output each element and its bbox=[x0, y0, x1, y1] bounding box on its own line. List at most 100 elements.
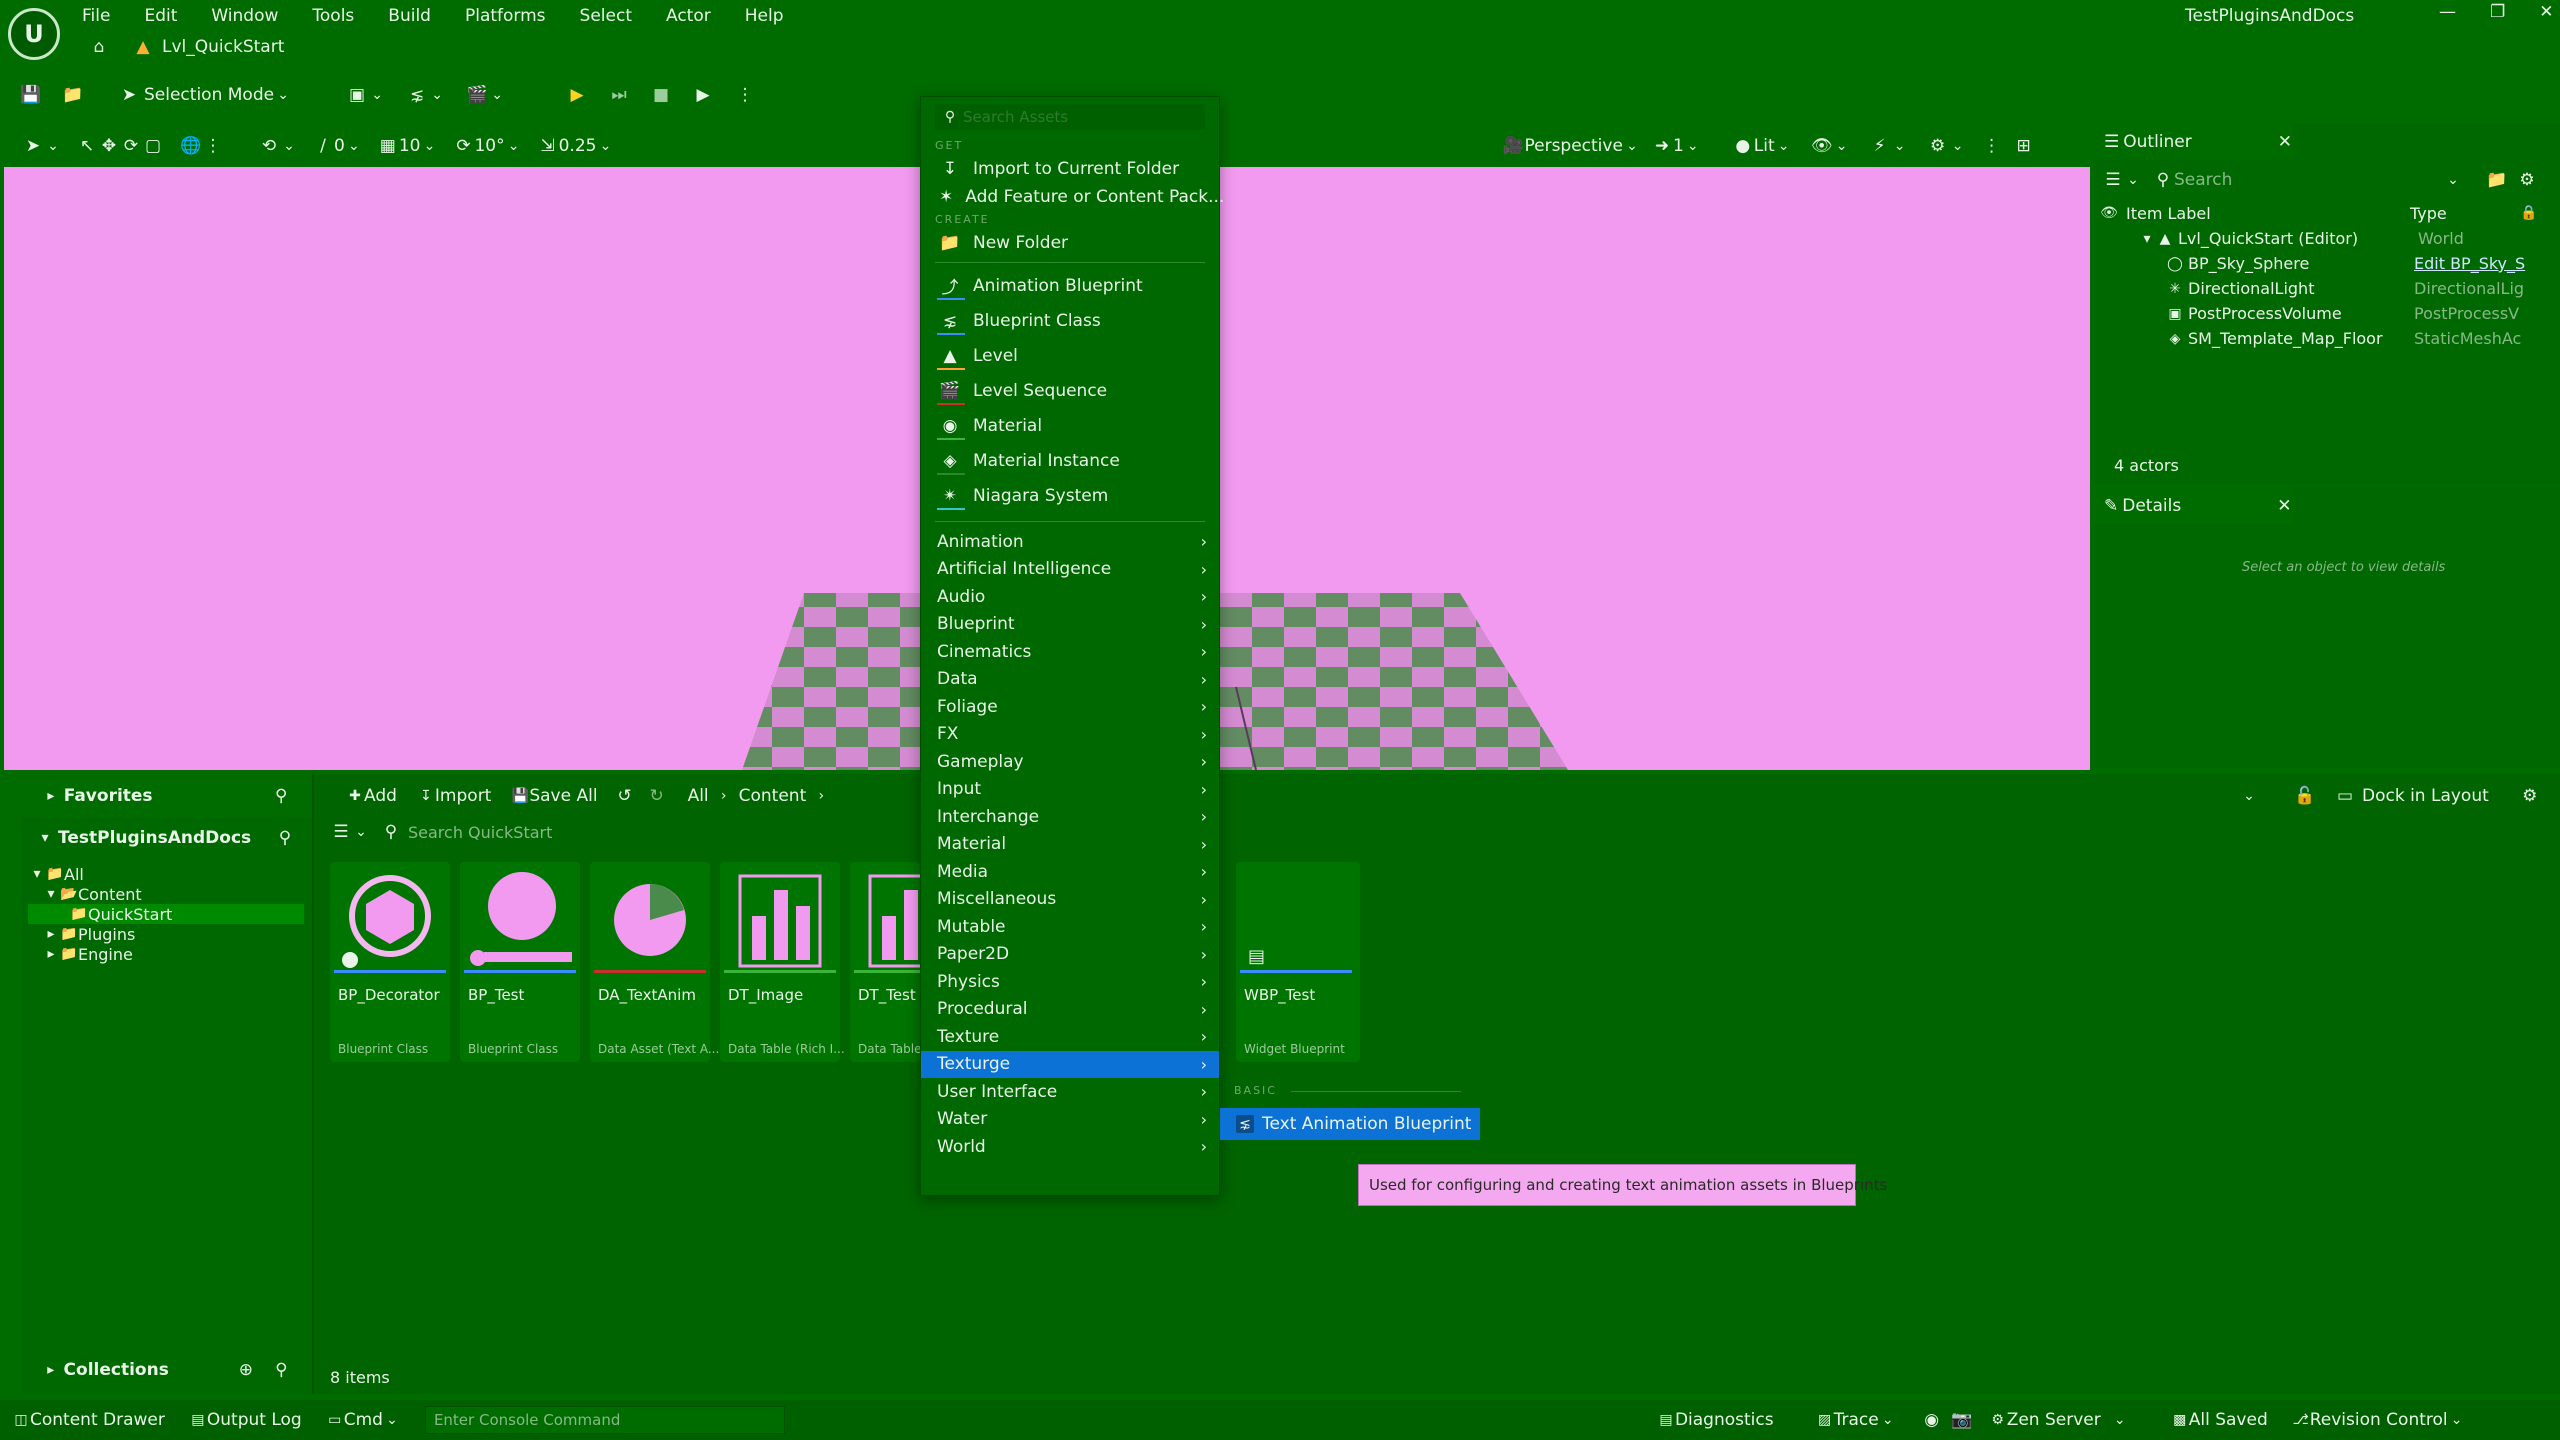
rotation-snap-value[interactable]: 10° bbox=[474, 136, 504, 156]
trace-dropdown[interactable]: ▨ Trace ⌄ bbox=[1816, 1410, 1897, 1430]
chevron-down-icon[interactable]: ⌄ bbox=[2240, 787, 2258, 805]
restore-icon[interactable]: ❐ bbox=[2490, 2, 2505, 22]
scale-icon[interactable]: ▢ bbox=[142, 135, 164, 157]
outliner-tab[interactable]: ☰ Outliner ✕ bbox=[2094, 124, 2294, 160]
outliner-row[interactable]: ◈ SM_Template_Map_Floor StaticMeshAc bbox=[2094, 326, 2560, 351]
dock-in-layout-button[interactable]: Dock in Layout bbox=[2362, 786, 2489, 806]
outliner-row[interactable]: ▣ PostProcessVolume PostProcessV bbox=[2094, 301, 2560, 326]
blueprints-button[interactable]: ⋦ ⌄ bbox=[396, 77, 456, 113]
layout-grid-icon[interactable]: ⊞ bbox=[2013, 135, 2035, 157]
all-saved-button[interactable]: ▩ All Saved bbox=[2171, 1410, 2268, 1430]
add-circle-icon[interactable]: ⊕ bbox=[235, 1359, 256, 1381]
content-search-input[interactable]: Search QuickStart bbox=[408, 823, 552, 842]
outliner-row[interactable]: ✳ DirectionalLight DirectionalLig bbox=[2094, 276, 2560, 301]
revision-control-dropdown[interactable]: ⎇ Revision Control ⌄ bbox=[2292, 1410, 2466, 1430]
menu-animation-blueprint[interactable]: ⤴ Animation Blueprint bbox=[921, 268, 1219, 303]
category-blueprint[interactable]: Blueprint › bbox=[921, 611, 1219, 639]
menu-platforms[interactable]: Platforms bbox=[465, 6, 546, 26]
menu-add-feature-pack[interactable]: ✶ Add Feature or Content Pack... bbox=[921, 183, 1224, 211]
category-input[interactable]: Input › bbox=[921, 776, 1219, 804]
outliner-row-world[interactable]: ▾ ▲ Lvl_QuickStart (Editor) World bbox=[2094, 226, 2560, 251]
stop-button[interactable]: ■ bbox=[640, 77, 682, 113]
launch-button[interactable]: ▶ bbox=[682, 77, 724, 113]
browse-level-button[interactable]: 📁 bbox=[52, 77, 94, 113]
asset-tile[interactable]: DT_Image Data Table (Rich I... bbox=[720, 862, 845, 1062]
asset-tile[interactable]: BP_Test Blueprint Class bbox=[460, 862, 580, 1062]
category-foliage[interactable]: Foliage › bbox=[921, 693, 1219, 721]
chevron-down-icon[interactable]: ⌄ bbox=[2444, 171, 2462, 189]
category-physics[interactable]: Physics › bbox=[921, 968, 1219, 996]
outliner-item-type-link[interactable]: Edit BP_Sky_S bbox=[2414, 254, 2525, 273]
play-button[interactable]: ▶ bbox=[556, 77, 598, 113]
menu-level[interactable]: ▲ Level bbox=[921, 338, 1219, 373]
category-media[interactable]: Media › bbox=[921, 858, 1219, 886]
menu-actor[interactable]: Actor bbox=[666, 6, 711, 26]
category-material[interactable]: Material › bbox=[921, 831, 1219, 859]
menu-search-input[interactable]: Search Assets bbox=[963, 108, 1068, 126]
category-artificial-intelligence[interactable]: Artificial Intelligence › bbox=[921, 556, 1219, 584]
settings-gear-icon[interactable]: ⚙ bbox=[1927, 135, 1949, 157]
rotation-snap-icon[interactable]: ⟳ bbox=[452, 135, 474, 157]
category-procedural[interactable]: Procedural › bbox=[921, 996, 1219, 1024]
breadcrumb-content[interactable]: Content bbox=[739, 786, 807, 806]
settings-gear-icon[interactable]: ⚙ bbox=[2516, 169, 2538, 191]
kebab-menu-icon[interactable]: ⋮ bbox=[202, 135, 224, 157]
camera-speed-value[interactable]: 1 bbox=[1673, 136, 1684, 156]
visibility-eye-icon[interactable]: 👁 bbox=[2100, 204, 2118, 222]
asset-tile[interactable]: DA_TextAnim Data Asset (Text A... bbox=[590, 862, 719, 1062]
category-interchange[interactable]: Interchange › bbox=[921, 803, 1219, 831]
performance-icon[interactable]: ⚡ bbox=[1869, 135, 1891, 157]
outliner-row[interactable]: ◯ BP_Sky_Sphere Edit BP_Sky_S bbox=[2094, 251, 2560, 276]
category-texture[interactable]: Texture › bbox=[921, 1023, 1219, 1051]
level-tab[interactable]: ⌂ ▲ Lvl_QuickStart bbox=[88, 36, 285, 58]
more-options-button[interactable]: ⋮ bbox=[724, 77, 766, 113]
add-actor-button[interactable]: ▣ ⌄ bbox=[336, 77, 396, 113]
project-header[interactable]: ▾ TestPluginsAndDocs ⚲ bbox=[22, 818, 312, 858]
category-data[interactable]: Data › bbox=[921, 666, 1219, 694]
import-button[interactable]: ↧ Import bbox=[407, 778, 501, 814]
search-icon[interactable]: ⚲ bbox=[271, 1359, 292, 1381]
tree-item-all[interactable]: ▾ 📁 All bbox=[28, 864, 312, 884]
angle-snap-value[interactable]: 0 bbox=[334, 136, 345, 156]
outliner-search-input[interactable]: Search bbox=[2174, 170, 2444, 190]
world-local-icon[interactable]: 🌐 bbox=[180, 135, 202, 157]
select-icon[interactable]: ↖ bbox=[76, 135, 98, 157]
output-log-button[interactable]: ▤ Output Log bbox=[189, 1410, 301, 1430]
view-mode-dropdown[interactable]: Lit bbox=[1754, 136, 1775, 156]
menu-blueprint-class[interactable]: ⋦ Blueprint Class bbox=[921, 303, 1219, 338]
rotate-icon[interactable]: ⟳ bbox=[120, 135, 142, 157]
menu-material-instance[interactable]: ◈ Material Instance bbox=[921, 443, 1219, 478]
menu-new-folder[interactable]: 📁 New Folder bbox=[921, 229, 1219, 257]
category-miscellaneous[interactable]: Miscellaneous › bbox=[921, 886, 1219, 914]
lock-icon[interactable]: 🔒 bbox=[2520, 204, 2538, 222]
screenshot-icon[interactable]: 📷 bbox=[1951, 1409, 1973, 1431]
search-icon[interactable]: ⚲ bbox=[270, 785, 292, 807]
asset-tile[interactable]: BP_Decorator Blueprint Class bbox=[330, 862, 450, 1062]
category-paper2d[interactable]: Paper2D › bbox=[921, 941, 1219, 969]
tree-item-quickstart[interactable]: 📁 QuickStart bbox=[28, 904, 304, 924]
menu-search-field[interactable]: ⚲ Search Assets bbox=[935, 104, 1205, 130]
grid-snap-value[interactable]: 10 bbox=[399, 136, 421, 156]
close-icon[interactable]: ✕ bbox=[2278, 131, 2292, 153]
scale-snap-icon[interactable]: ⇲ bbox=[537, 135, 559, 157]
save-current-button[interactable]: 💾 bbox=[10, 77, 52, 113]
record-icon[interactable]: ◉ bbox=[1921, 1409, 1943, 1431]
favorites-header[interactable]: ▸ Favorites ⚲ bbox=[22, 774, 312, 818]
filter-icon[interactable]: ☰ bbox=[2102, 169, 2124, 191]
menu-window[interactable]: Window bbox=[211, 6, 278, 26]
breadcrumb-all[interactable]: All bbox=[688, 786, 709, 806]
category-user-interface[interactable]: User Interface › bbox=[921, 1078, 1219, 1106]
asset-tile[interactable]: ▤ WBP_Test Widget Blueprint bbox=[1236, 862, 1360, 1062]
selection-mode-dropdown[interactable]: ➤ Selection Mode ⌄ bbox=[108, 77, 302, 113]
category-cinematics[interactable]: Cinematics › bbox=[921, 638, 1219, 666]
menu-build[interactable]: Build bbox=[388, 6, 431, 26]
show-eye-icon[interactable]: 👁 bbox=[1811, 135, 1833, 157]
tree-item-engine[interactable]: ▸ 📁 Engine bbox=[28, 944, 312, 964]
menu-material[interactable]: ◉ Material bbox=[921, 408, 1219, 443]
menu-text-animation-blueprint[interactable]: ⋦ Text Animation Blueprint bbox=[1220, 1108, 1480, 1140]
details-tab[interactable]: ✎ Details ✕ bbox=[2094, 488, 2294, 524]
category-water[interactable]: Water › bbox=[921, 1106, 1219, 1134]
angle-snap-icon[interactable]: ∕ bbox=[312, 135, 334, 157]
category-world[interactable]: World › bbox=[921, 1133, 1219, 1161]
grid-snap-icon[interactable]: ▦ bbox=[377, 135, 399, 157]
